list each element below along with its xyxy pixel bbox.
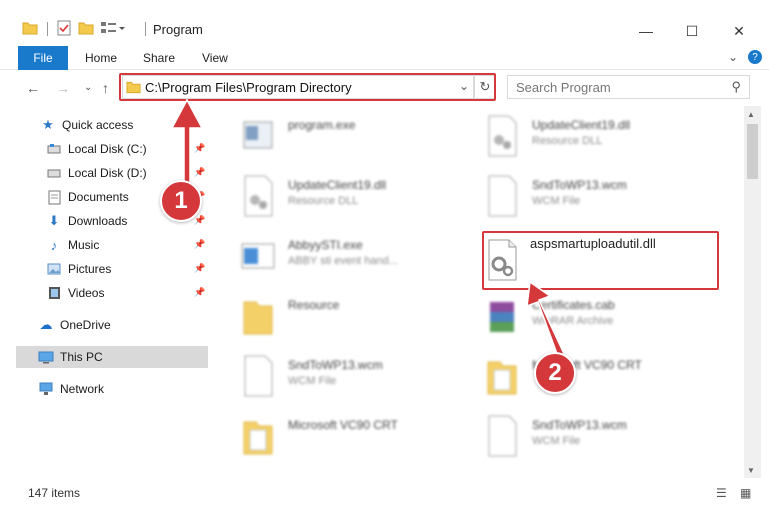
step-badge-2: 2 bbox=[534, 352, 576, 394]
annotation-arrows bbox=[170, 98, 567, 364]
step-badge-1: 1 bbox=[160, 180, 202, 222]
